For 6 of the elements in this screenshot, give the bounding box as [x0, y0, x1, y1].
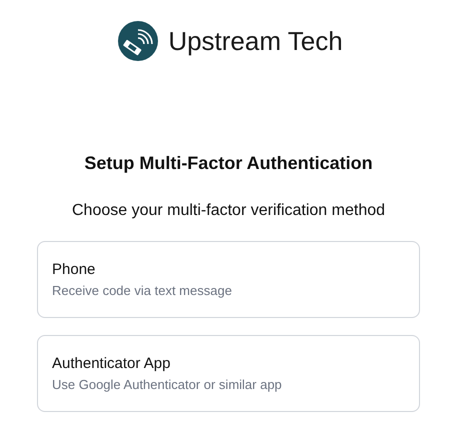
method-option[interactable]: Phone Receive code via text message: [37, 241, 420, 318]
satellite-logo-icon: [118, 21, 158, 61]
subtitle: Choose your multi-factor verification method: [72, 201, 386, 221]
method-option[interactable]: Authenticator App Use Google Authenticator or similar app: [37, 335, 420, 412]
brand-name: Upstream Tech: [168, 28, 343, 54]
page-heading: Setup Multi-Factor Authentication: [84, 152, 373, 175]
